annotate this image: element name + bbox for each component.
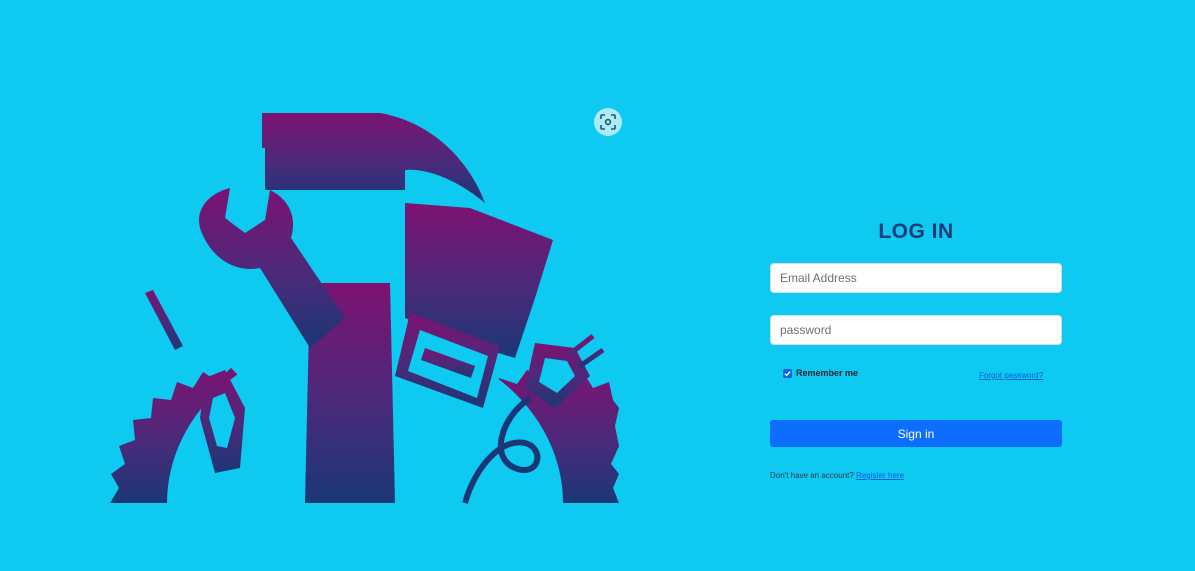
forgot-password-link[interactable]: Forgot password?: [979, 371, 1043, 380]
login-page: LOG IN Remember me Forgot password? Sign…: [0, 0, 1195, 571]
checkmark-icon: [784, 370, 791, 376]
screen-scan-icon: [600, 114, 616, 130]
screen-scan-button[interactable]: [594, 108, 622, 136]
register-line: Don't have an account? Register here: [770, 471, 904, 480]
login-title: LOG IN: [878, 220, 954, 243]
sign-in-button[interactable]: Sign in: [770, 420, 1062, 447]
register-prompt: Don't have an account?: [770, 471, 854, 480]
password-field[interactable]: [770, 315, 1062, 345]
remember-me-label: Remember me: [796, 368, 859, 378]
tools-gear-logo: [110, 113, 619, 504]
remember-me-checkbox[interactable]: [783, 368, 792, 378]
register-link[interactable]: Register here: [856, 471, 904, 480]
remember-me: Remember me: [783, 368, 858, 378]
email-field[interactable]: [770, 263, 1062, 293]
